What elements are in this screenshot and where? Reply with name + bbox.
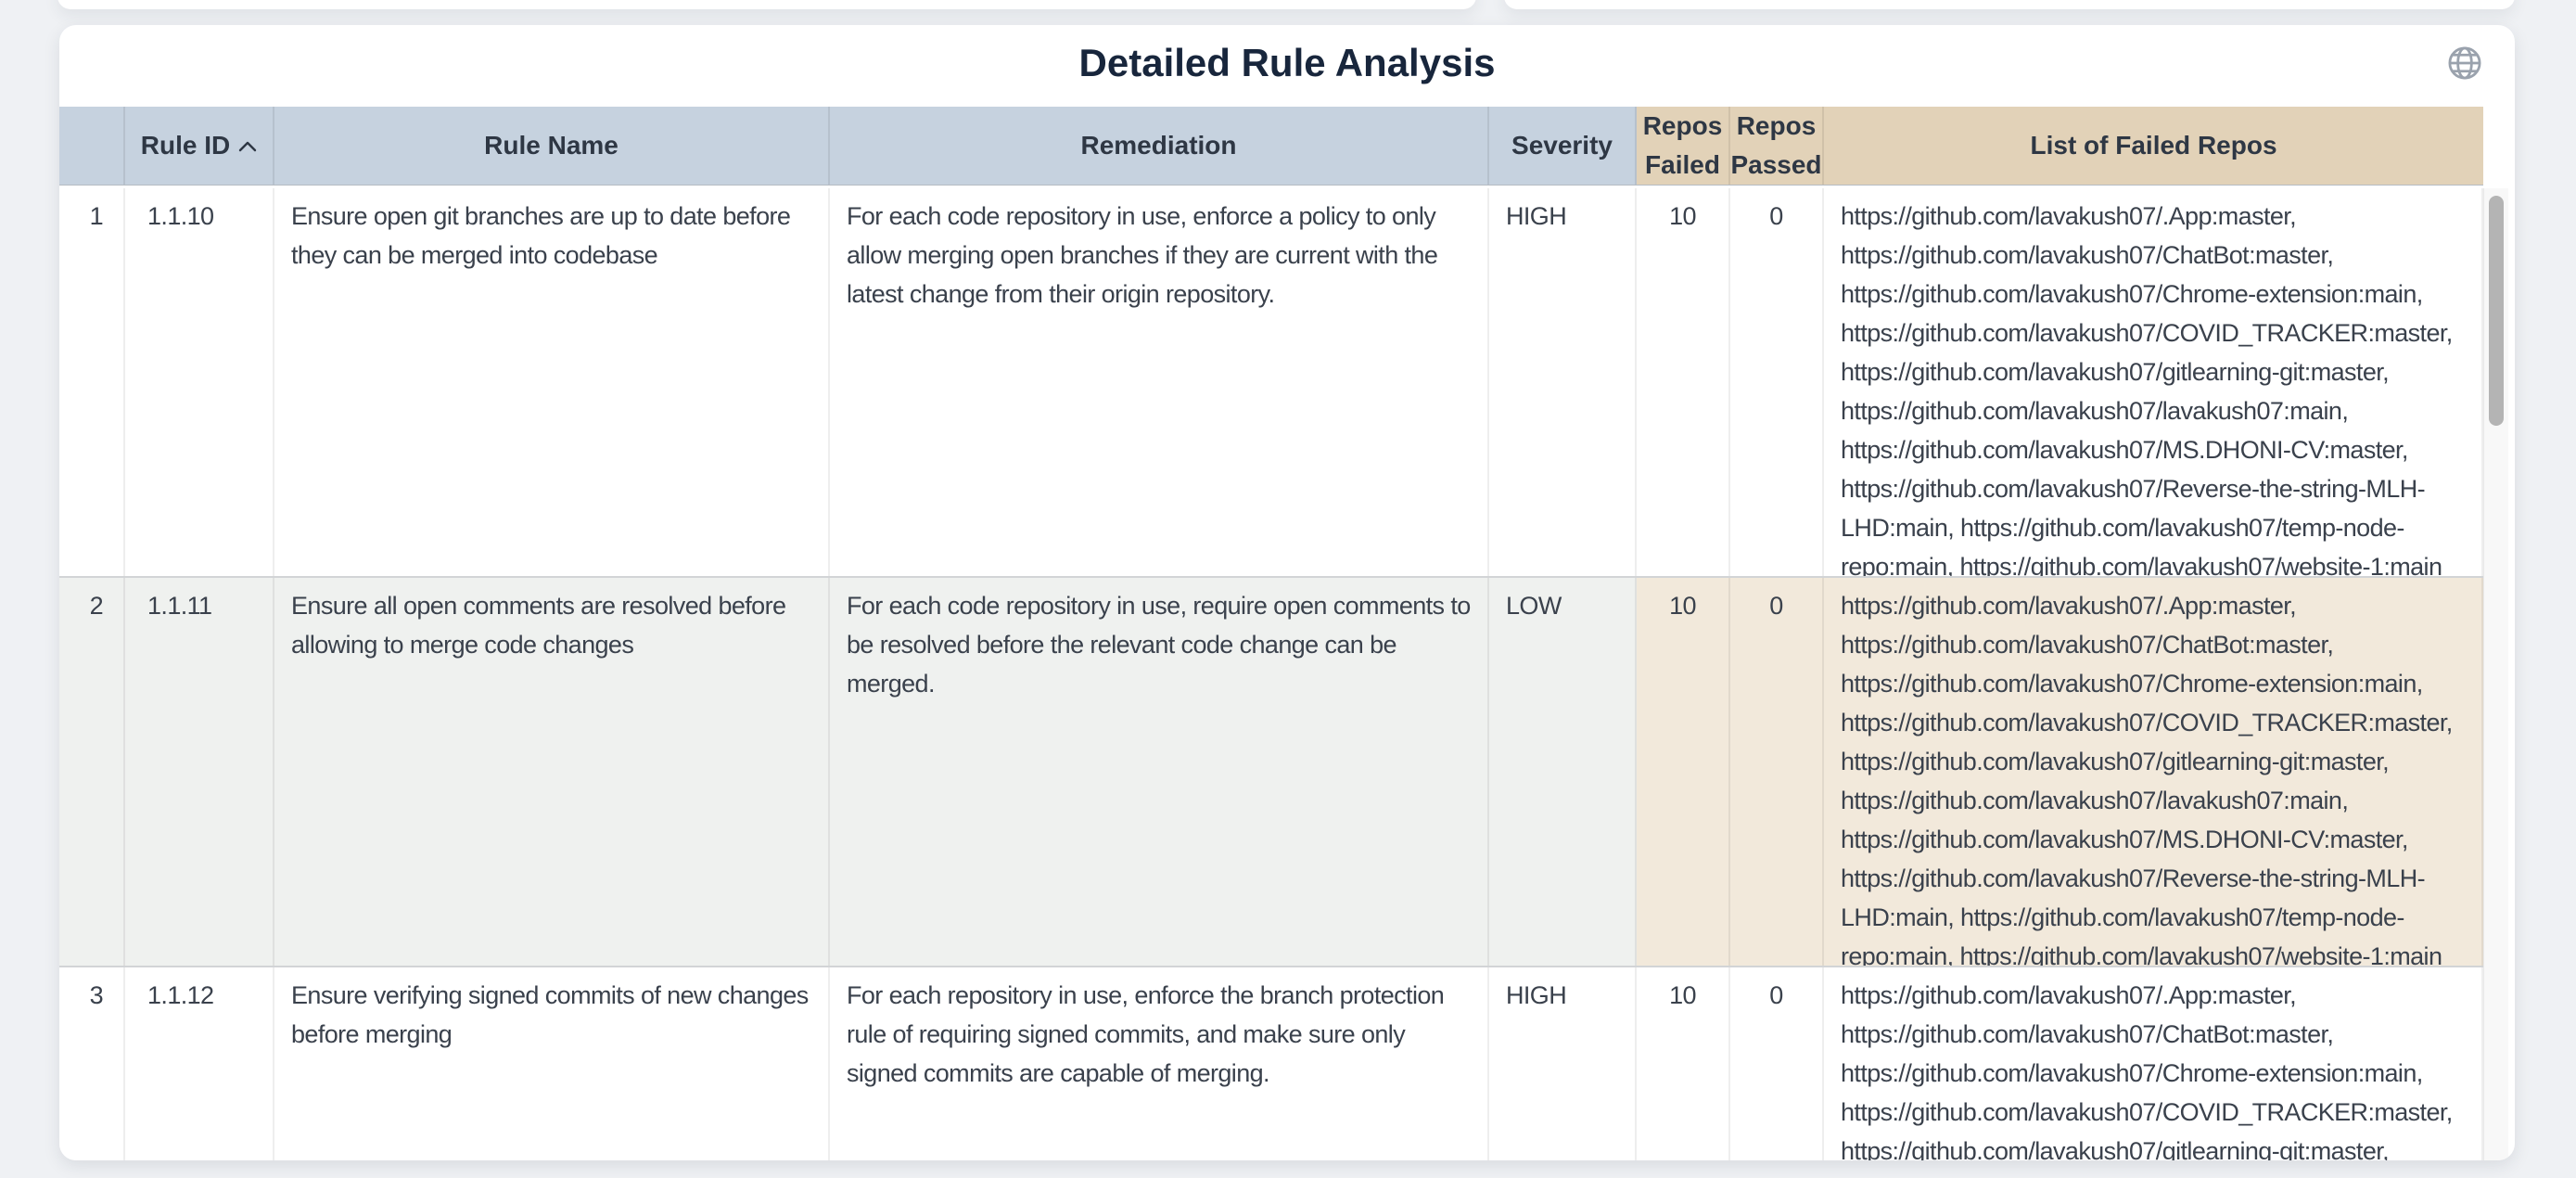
header-rule-id[interactable]: Rule ID — [125, 107, 274, 185]
failed-repos-list-cell: https://github.com/lavakush07/.App:maste… — [1824, 188, 2483, 576]
row-index-cell: 3 — [59, 967, 125, 1160]
header-remediation: Remediation — [830, 107, 1489, 185]
table-header-row: Rule ID Rule Name Remediation Severity R… — [59, 107, 2483, 186]
rule-id-cell: 1.1.10 — [125, 188, 274, 576]
header-severity: Severity — [1489, 107, 1637, 185]
severity-cell: LOW — [1489, 578, 1637, 966]
header-failed-repos-list: List of Failed Repos — [1824, 107, 2483, 185]
failed-repos-list-cell: https://github.com/lavakush07/.App:maste… — [1824, 578, 2483, 966]
repos-failed-count-cell: 10 — [1637, 967, 1730, 1160]
top-card-partial-right — [1504, 0, 2515, 9]
rule-name-cell: Ensure all open comments are resolved be… — [274, 578, 830, 966]
header-repos-failed: Repos Failed — [1637, 107, 1730, 185]
repos-failed-count-cell: 10 — [1637, 188, 1730, 576]
remediation-cell: For each repository in use, enforce the … — [830, 967, 1489, 1160]
failed-repos-list-cell: https://github.com/lavakush07/.App:maste… — [1824, 967, 2483, 1160]
rule-name-cell: Ensure verifying signed commits of new c… — [274, 967, 830, 1160]
top-card-partial-left — [57, 0, 1476, 9]
repos-passed-count-cell: 0 — [1730, 188, 1824, 576]
table-row: 3 1.1.12 Ensure verifying signed commits… — [59, 967, 2483, 1160]
rule-id-cell: 1.1.12 — [125, 967, 274, 1160]
globe-icon[interactable] — [2445, 44, 2484, 83]
header-repos-passed: Repos Passed — [1730, 107, 1824, 185]
repos-passed-count-cell: 0 — [1730, 967, 1824, 1160]
vertical-scrollbar-track[interactable] — [2483, 188, 2508, 1160]
vertical-scrollbar-thumb[interactable] — [2489, 196, 2504, 426]
table-row: 1 1.1.10 Ensure open git branches are up… — [59, 188, 2483, 578]
repos-failed-count-cell: 10 — [1637, 578, 1730, 966]
row-index-cell: 2 — [59, 578, 125, 966]
remediation-cell: For each code repository in use, require… — [830, 578, 1489, 966]
repos-passed-count-cell: 0 — [1730, 578, 1824, 966]
header-rule-id-label: Rule ID — [141, 126, 230, 165]
row-index-cell: 1 — [59, 188, 125, 576]
table-body: 1 1.1.10 Ensure open git branches are up… — [59, 188, 2483, 1160]
detailed-rule-analysis-card: Detailed Rule Analysis Rule ID Rule Name… — [59, 25, 2515, 1160]
page-title: Detailed Rule Analysis — [59, 40, 2515, 86]
severity-cell: HIGH — [1489, 967, 1637, 1160]
severity-cell: HIGH — [1489, 188, 1637, 576]
header-rule-name: Rule Name — [274, 107, 830, 185]
rule-name-cell: Ensure open git branches are up to date … — [274, 188, 830, 576]
table-row: 2 1.1.11 Ensure all open comments are re… — [59, 578, 2483, 967]
sort-ascending-icon — [238, 141, 257, 152]
header-index — [59, 107, 125, 185]
rule-id-cell: 1.1.11 — [125, 578, 274, 966]
remediation-cell: For each code repository in use, enforce… — [830, 188, 1489, 576]
